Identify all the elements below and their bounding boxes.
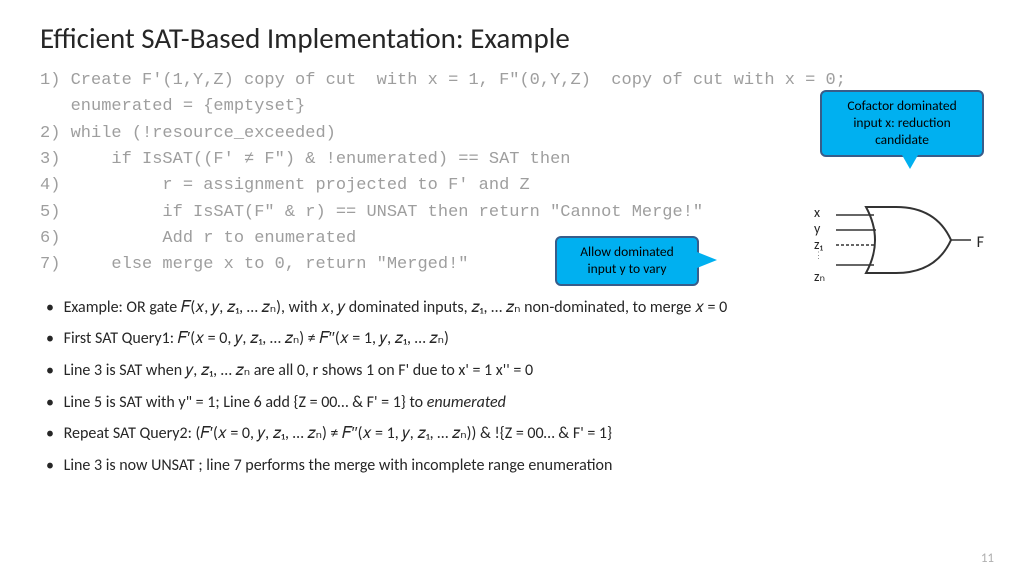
page-number: 11 — [981, 551, 994, 566]
bullet-4: Line 5 is SAT with y" = 1; Line 6 add {Z… — [40, 388, 984, 418]
bullet-list: Example: OR gate 𝐹(𝑥, 𝑦, 𝑧₁, … 𝑧ₙ), with… — [40, 293, 984, 481]
bullet-3: Line 3 is SAT when 𝑦, 𝑧₁, … 𝑧ₙ are all 0… — [40, 356, 984, 386]
bullet-1: Example: OR gate 𝐹(𝑥, 𝑦, 𝑧₁, … 𝑧ₙ), with… — [40, 293, 984, 323]
callout-cofactor: Cofactor dominated input x: reduction ca… — [820, 90, 984, 157]
bullet-6: Line 3 is now UNSAT ; line 7 performs th… — [40, 451, 984, 481]
gate-input-zn: zₙ — [814, 269, 825, 285]
slide-title: Efficient SAT-Based Implementation: Exam… — [40, 20, 984, 56]
code-line-4: 4) r = assignment projected to F' and Z — [40, 173, 984, 199]
gate-input-y: y — [814, 221, 825, 237]
bullet-5: Repeat SAT Query2: (𝐹′(𝑥 = 0, 𝑦, 𝑧₁, … 𝑧… — [40, 419, 984, 449]
gate-input-x: x — [814, 205, 825, 221]
or-gate-icon — [836, 205, 971, 280]
or-gate-diagram: x y z₁ ⋮ zₙ F — [814, 205, 984, 295]
bullet-2: First SAT Query1: 𝐹′(𝑥 = 0, 𝑦, 𝑧₁, … 𝑧ₙ)… — [40, 324, 984, 354]
callout-allow-vary: Allow dominated input y to vary — [555, 236, 699, 286]
gate-output-label: F — [977, 233, 984, 252]
